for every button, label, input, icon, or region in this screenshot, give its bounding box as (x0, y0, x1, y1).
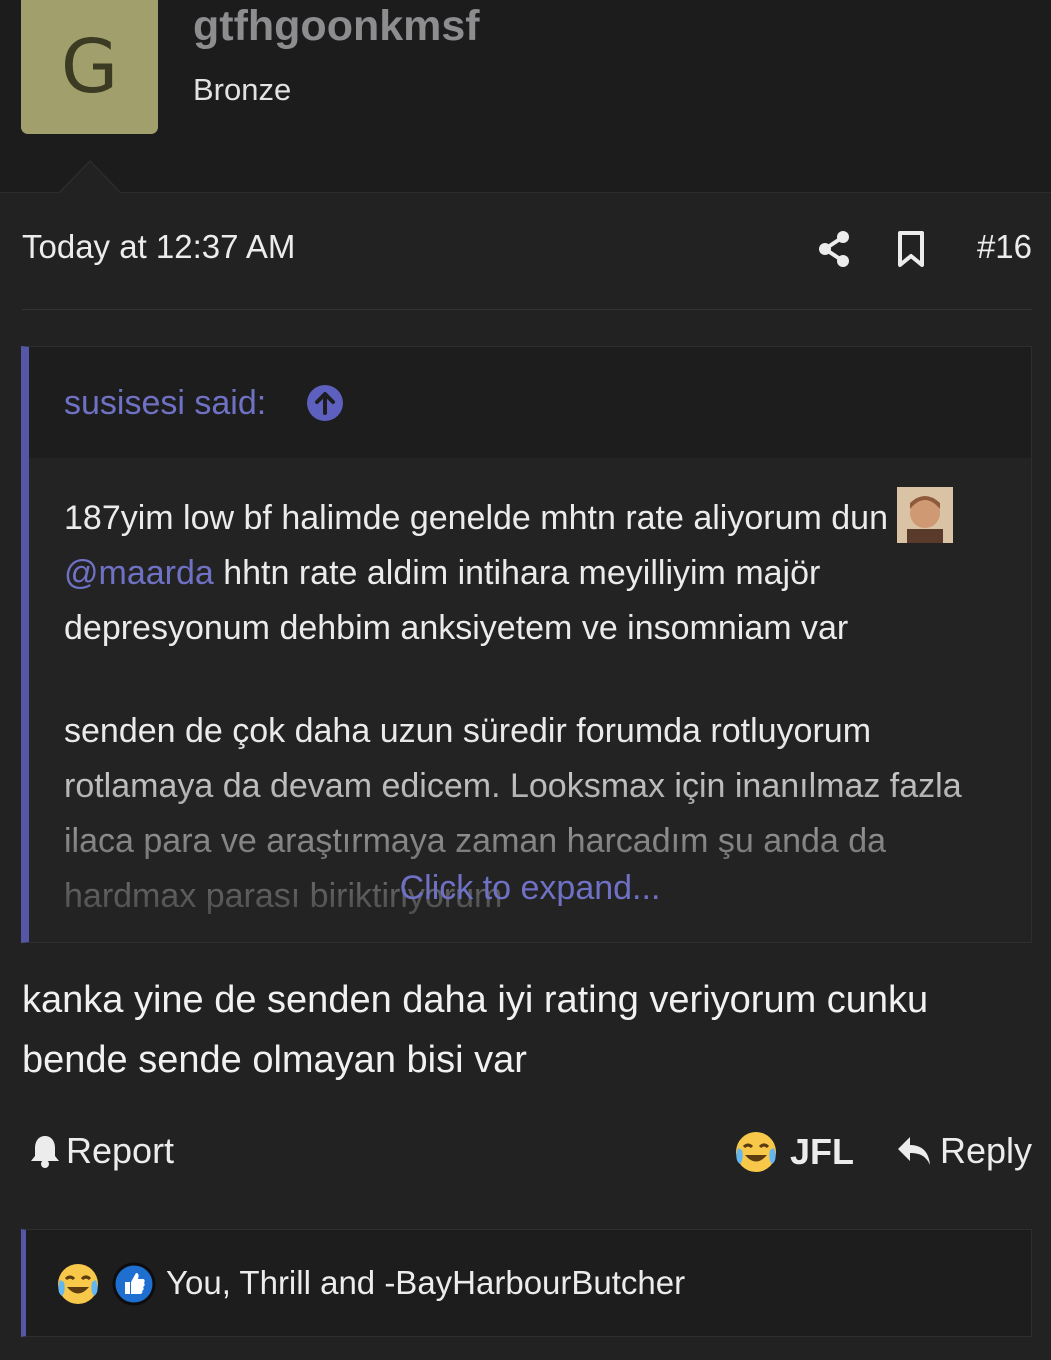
post-timestamp[interactable]: Today at 12:37 AM (22, 228, 295, 266)
arrow-up-circle-icon[interactable] (306, 384, 344, 422)
post-actions: Report JFL Reply (22, 1130, 1032, 1186)
divider (22, 309, 1032, 310)
post-meta: Today at 12:37 AM #16 (22, 226, 1032, 276)
quote-block: susisesi said: 187yim low bf halimde gen… (21, 346, 1032, 943)
bookmark-icon[interactable] (897, 230, 925, 268)
user-header: G gtfhgoonkmsf Bronze (0, 0, 1051, 193)
forum-post-page: G gtfhgoonkmsf Bronze Today at 12:37 AM … (0, 0, 1051, 1360)
thumbs-up-icon (112, 1262, 156, 1306)
avatar-image (897, 487, 954, 543)
crying-laugh-icon (736, 1132, 776, 1172)
reply-button[interactable]: Reply (896, 1130, 1032, 1172)
bell-icon (31, 1136, 59, 1168)
post-number[interactable]: #16 (977, 228, 1032, 266)
quote-author[interactable]: susisesi said: (64, 384, 266, 423)
reaction-icons (56, 1262, 156, 1306)
reaction-users-text[interactable]: You, Thrill and -BayHarbourButcher (166, 1264, 685, 1302)
click-to-expand-link[interactable]: Click to expand... (29, 869, 1031, 908)
mention-avatar[interactable] (897, 487, 954, 543)
quote-text: 187yim low bf halimde genelde mhtn rate … (64, 499, 889, 537)
user-mention-link[interactable]: @maarda (64, 554, 214, 592)
reactions-bar[interactable]: You, Thrill and -BayHarbourButcher (21, 1229, 1032, 1337)
post-message: kanka yine de senden daha iyi rating ver… (22, 979, 929, 1081)
report-label: Report (66, 1130, 175, 1171)
quote-fade-overlay (29, 737, 1031, 942)
report-button[interactable]: Report (30, 1130, 174, 1172)
user-title: Bronze (193, 72, 292, 107)
username[interactable]: gtfhgoonkmsf (193, 2, 480, 51)
reply-label: Reply (939, 1130, 1032, 1171)
share-icon[interactable] (817, 230, 851, 268)
jfl-reaction-button[interactable]: JFL (734, 1130, 854, 1174)
quote-paragraph: 187yim low bf halimde genelde mhtn rate … (64, 487, 1014, 656)
quote-header: susisesi said: (29, 347, 1031, 458)
avatar[interactable]: G (21, 0, 158, 134)
jfl-label: JFL (790, 1131, 855, 1172)
reply-icon (897, 1137, 930, 1165)
crying-laugh-icon (58, 1264, 98, 1304)
header-pointer-inner (60, 162, 120, 193)
